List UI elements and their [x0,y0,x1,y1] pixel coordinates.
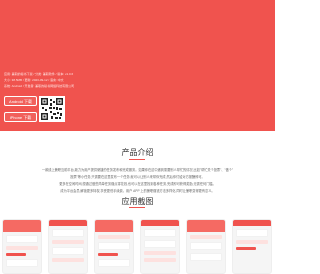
ios-download-button[interactable]: iPhone 下载 [4,112,37,122]
intro-paragraph: 投票"等小任务,只需要在这里发布一个任务,就可以让别人来帮你完成,然后你付给对方… [70,175,205,179]
app-screenshot[interactable] [186,219,226,274]
app-screenshot[interactable] [48,219,88,274]
app-screenshot[interactable] [94,219,134,274]
intro-paragraph: 更多在空闲时间,想通过做些简单任务赚点零花钱,也可以在这里找到各种任务,完成即可… [59,182,216,186]
app-meta: 应用: 兼职的秘书下载 / 分类: 兼职软件 / 版本: v1.0.6 大小: … [4,71,154,89]
screenshot-carousel[interactable] [2,219,274,274]
intro-heading: 产品介绍 [121,148,154,157]
intro-paragraph: 成为平台会员,解锁更多特权,享受更低手续费。用户 APP 上的兼职赚钱方法多样化… [60,189,215,193]
intro-body: 一款线上兼职互助平台,致力为用户提供便捷的任务发布和完成服务。如果你在这中遇到需… [0,167,275,195]
app-screenshot[interactable] [2,219,42,274]
intro-paragraph: 一款线上兼职互助平台,致力为用户提供便捷的任务发布和完成服务。如果你在这中遇到需… [41,168,234,172]
app-meta-line: 系统: Android / 开发者: 兼职的秘书网络科技有限公司 [4,84,75,88]
screenshots-heading: 应用截图 [121,197,154,206]
qr-code-icon [39,96,65,122]
hero-banner: 应用: 兼职的秘书下载 / 分类: 兼职软件 / 版本: v1.0.6 大小: … [0,0,275,131]
android-download-button[interactable]: Android 下载 [4,96,37,106]
intro-divider [129,159,145,160]
app-screenshot[interactable] [140,219,180,274]
screenshots-divider [129,207,145,208]
app-screenshot[interactable] [232,219,272,274]
